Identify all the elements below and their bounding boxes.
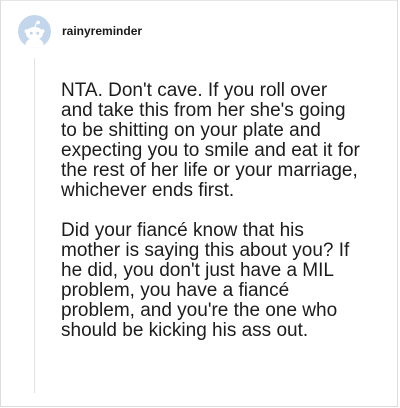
comment-card: rainyreminder NTA. Don't cave. If you ro… [0,0,398,407]
reddit-snoo-avatar-icon[interactable] [18,15,51,48]
comment-paragraph: Did your fiancé know that his mother is … [61,220,350,341]
comment-body: NTA. Don't cave. If you roll over and ta… [61,81,361,341]
username-link[interactable]: rainyreminder [62,24,142,38]
comment-header: rainyreminder [18,15,142,48]
thread-collapse-line[interactable] [34,58,35,393]
comment-paragraph: NTA. Don't cave. If you roll over and ta… [61,80,360,201]
